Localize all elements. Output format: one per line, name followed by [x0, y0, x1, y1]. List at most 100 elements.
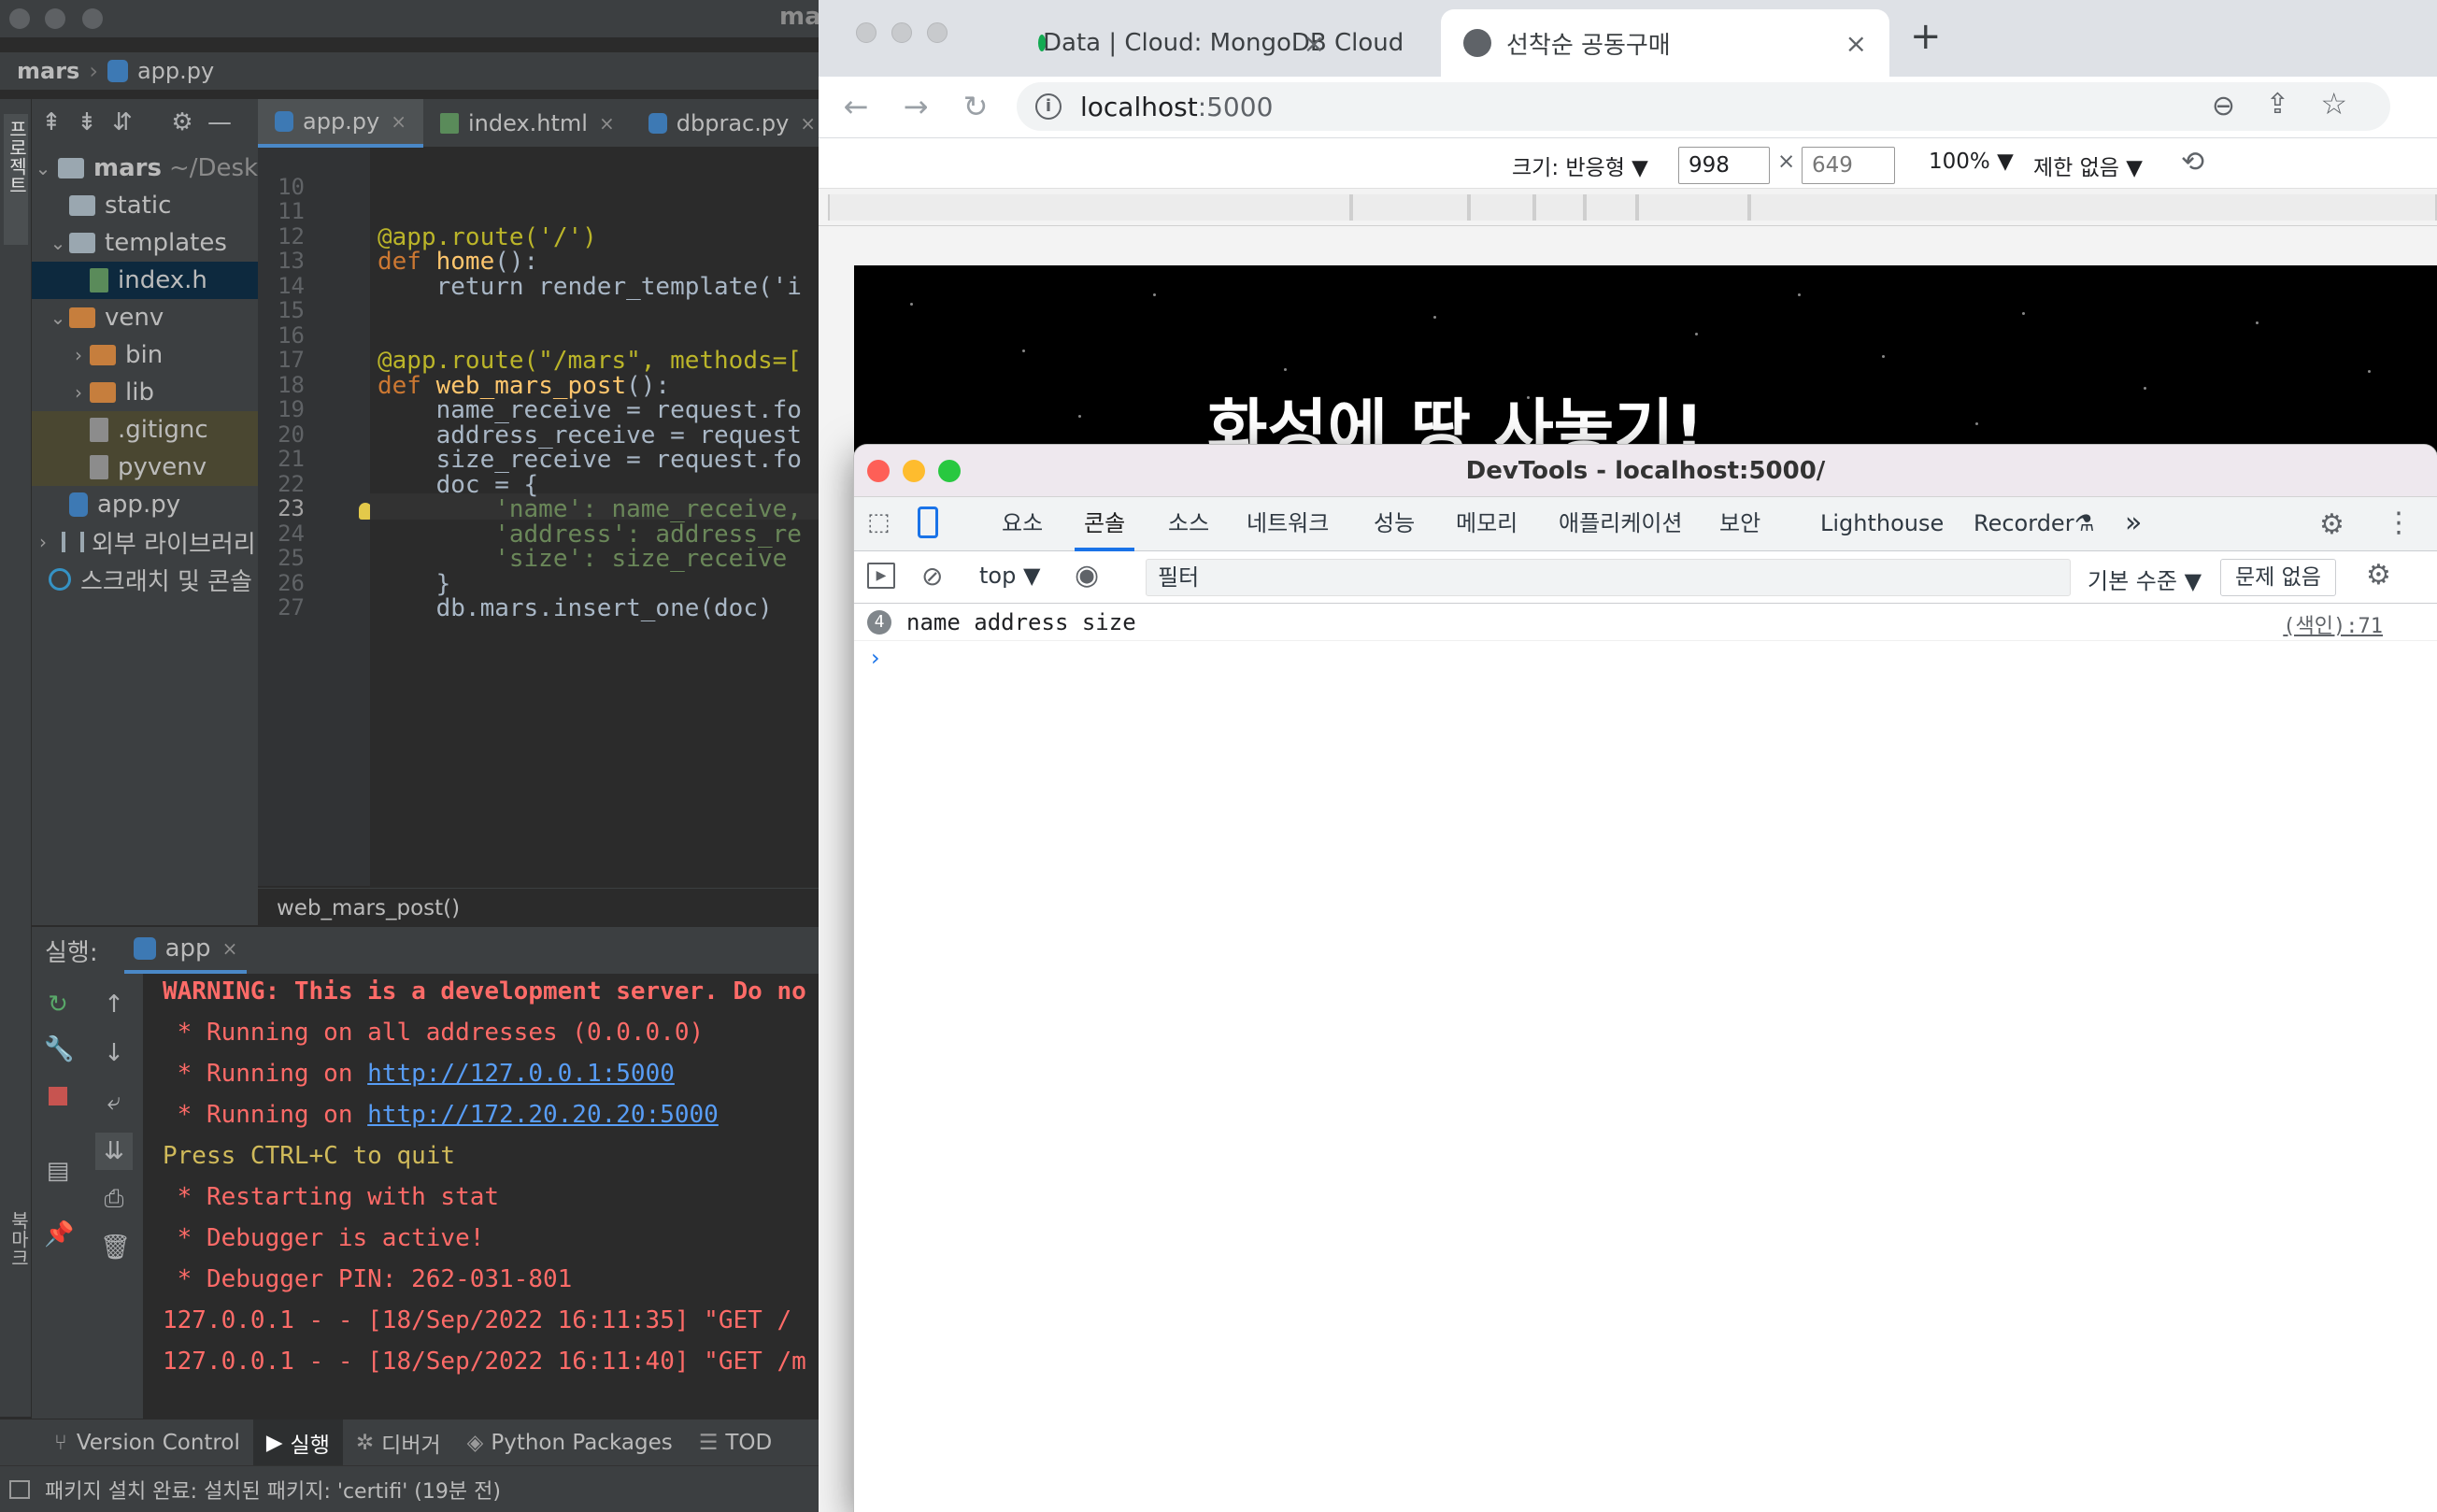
ruler-segment[interactable]	[1469, 194, 1534, 221]
tab-elements[interactable]: 요소	[1002, 497, 1043, 551]
collapse-all-icon[interactable]: ⇵	[108, 108, 136, 136]
print-icon[interactable]: ⎙	[100, 1185, 128, 1213]
back-icon[interactable]: ←	[837, 88, 875, 125]
new-tab-button[interactable]: +	[1910, 15, 1942, 58]
close-icon[interactable]: ×	[599, 112, 615, 135]
zoom-icon[interactable]: ⊖	[2212, 90, 2235, 122]
tree-item-venv[interactable]: ⌄ venv	[32, 299, 258, 336]
more-tabs-button[interactable]: »	[2125, 497, 2142, 551]
tree-item-templates[interactable]: ⌄ templates	[32, 224, 258, 262]
tab-memory[interactable]: 메모리	[1456, 497, 1518, 551]
gear-icon[interactable]: ⚙	[2319, 508, 2344, 541]
browser-tab-mongodb[interactable]: Data | Cloud: MongoDB Cloud ×	[1005, 9, 1404, 77]
tree-item-mars[interactable]: ⌄ mars ~/Desk	[32, 150, 258, 187]
height-input[interactable]: 649	[1802, 147, 1895, 184]
console-prompt[interactable]: ›	[871, 645, 880, 671]
context-selector[interactable]: top ▼	[979, 563, 1040, 589]
gear-icon[interactable]: ⚙	[168, 108, 196, 136]
width-input[interactable]: 998	[1678, 147, 1770, 184]
expand-all-icon[interactable]: ⇟	[73, 108, 101, 136]
tab-application[interactable]: 애플리케이션	[1559, 497, 1682, 551]
chevron-right-icon[interactable]: ›	[67, 381, 90, 404]
zoom-dropdown[interactable]: 100% ▼	[1929, 150, 2014, 174]
log-level-dropdown[interactable]: 기본 수준 ▼	[2088, 563, 2202, 595]
tab-dbprac-py[interactable]: dbprac.py ×	[632, 99, 819, 148]
tree-item-pyvenv[interactable]: pyvenv	[32, 449, 258, 486]
inspect-icon[interactable]: ⬚	[867, 508, 897, 538]
rerun-icon[interactable]: ↻	[44, 991, 72, 1019]
reload-icon[interactable]: ↻	[957, 88, 994, 125]
tree-item-external-libraries[interactable]: › 외부 라이브러리	[32, 523, 258, 561]
info-icon[interactable]: i	[1035, 93, 1062, 120]
filter-input[interactable]: 필터	[1146, 559, 2071, 596]
python-packages-tab[interactable]: ◈ Python Packages	[454, 1419, 686, 1466]
arrow-up-icon[interactable]: ↑	[100, 991, 128, 1019]
tab-performance[interactable]: 성능	[1374, 497, 1415, 551]
tab-recorder[interactable]: Recorder	[1974, 497, 2074, 551]
share-icon[interactable]: ⇪	[2266, 88, 2289, 121]
console-link[interactable]: http://127.0.0.1:5000	[367, 1060, 675, 1088]
ruler-segment[interactable]	[1749, 194, 2437, 221]
tree-item-lib[interactable]: › lib	[32, 374, 258, 411]
chevron-down-icon[interactable]: ⌄	[47, 307, 69, 329]
code-editor[interactable]: @app.route('/') def home(): return rende…	[370, 148, 819, 886]
tab-lighthouse[interactable]: Lighthouse	[1820, 497, 1944, 551]
close-icon[interactable]: ×	[222, 937, 238, 960]
locate-icon[interactable]: ⇞	[37, 108, 65, 136]
zoom-dot[interactable]	[927, 22, 948, 43]
chevron-down-icon[interactable]: ⌄	[32, 157, 54, 179]
scroll-to-end-icon[interactable]: ⇊	[95, 1133, 133, 1170]
layout-icon[interactable]: ▤	[44, 1157, 72, 1185]
run-tab-app[interactable]: app ×	[123, 927, 248, 974]
tree-item-bin[interactable]: › bin	[32, 336, 258, 374]
breadcrumb-file[interactable]: app.py	[137, 58, 214, 84]
tree-item-scratches[interactable]: 스크래치 및 콘솔	[32, 561, 258, 598]
status-message[interactable]: 패키지 설치 완료: 설치된 패키지: 'certifi' (19분 전)	[45, 1475, 501, 1505]
device-mode-icon[interactable]	[918, 506, 938, 538]
pin-icon[interactable]: 📌	[44, 1220, 74, 1248]
minimize-dot[interactable]	[45, 8, 65, 29]
kebab-menu-icon[interactable]: ⋮	[2385, 506, 2413, 539]
panel-toggle-icon[interactable]	[9, 1479, 30, 1499]
tab-network[interactable]: 네트워크	[1247, 497, 1329, 551]
version-control-tab[interactable]: ⑂ Version Control	[41, 1419, 253, 1466]
tab-security[interactable]: 보안	[1719, 497, 1760, 551]
browser-tab-active[interactable]: 선착순 공동구매 ×	[1441, 9, 1889, 77]
tab-console[interactable]: 콘솔	[1075, 497, 1135, 551]
wrench-icon[interactable]: 🔧	[44, 1035, 74, 1063]
tab-index-html[interactable]: index.html ×	[423, 99, 632, 148]
project-tool-button[interactable]: 프로젝트	[4, 114, 28, 245]
close-icon[interactable]: ×	[391, 110, 406, 133]
run-tab[interactable]: ▶ 실행	[252, 1419, 343, 1466]
close-icon[interactable]: ×	[1304, 28, 1325, 59]
star-icon[interactable]: ☆	[2320, 86, 2347, 121]
close-icon[interactable]: ×	[800, 112, 816, 135]
tree-item-app-py[interactable]: app.py	[32, 486, 258, 523]
tree-item-index-html[interactable]: index.h	[32, 262, 258, 299]
function-crumb[interactable]: web_mars_post()	[277, 896, 460, 920]
chevron-right-icon[interactable]: ›	[67, 344, 90, 366]
todo-tab[interactable]: ☰ TOD	[686, 1419, 786, 1466]
rotate-icon[interactable]: ⟲	[2181, 146, 2204, 178]
forward-icon[interactable]: →	[897, 88, 934, 125]
soft-wrap-icon[interactable]: ⤶	[100, 1088, 128, 1116]
tree-item-static[interactable]: static	[32, 187, 258, 224]
responsive-dropdown[interactable]: 크기: 반응형 ▼	[1512, 150, 1648, 181]
close-icon[interactable]: ×	[1846, 28, 1867, 59]
zoom-dot[interactable]	[82, 8, 103, 29]
breadcrumb-project[interactable]: mars	[17, 58, 79, 84]
close-dot[interactable]	[9, 8, 30, 29]
console-link[interactable]: http://172.20.20.20:5000	[367, 1101, 719, 1129]
run-console[interactable]: WARNING: This is a development server. D…	[144, 974, 819, 1419]
console-settings-gear-icon[interactable]: ⚙	[2366, 559, 2391, 592]
throttle-dropdown[interactable]: 제한 없음 ▼	[2033, 150, 2143, 181]
arrow-down-icon[interactable]: ↓	[100, 1039, 128, 1067]
tab-sources[interactable]: 소스	[1168, 497, 1209, 551]
hide-icon[interactable]: —	[206, 108, 234, 136]
tab-app-py[interactable]: app.py ×	[258, 98, 424, 148]
ruler-segment[interactable]	[1585, 194, 1637, 221]
chevron-down-icon[interactable]: ⌄	[47, 232, 69, 254]
close-dot[interactable]	[856, 22, 876, 43]
sidebar-toggle-icon[interactable]: ▶	[867, 563, 895, 589]
source-link[interactable]: (색인):71	[2283, 609, 2383, 639]
